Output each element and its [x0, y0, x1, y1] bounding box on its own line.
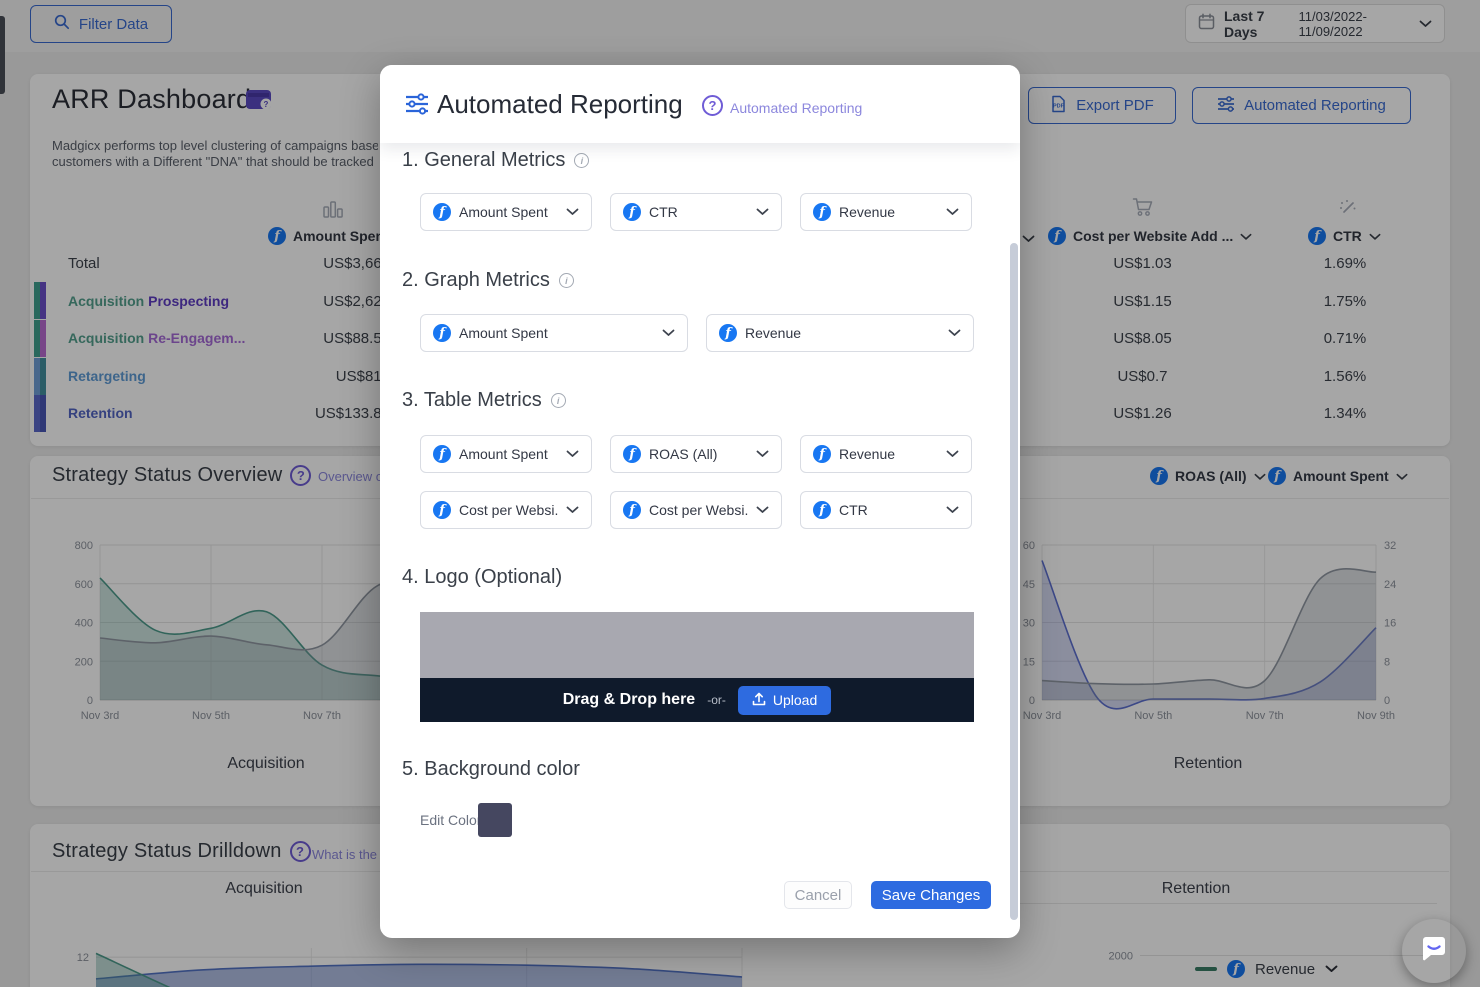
- facebook-icon: f: [813, 203, 831, 221]
- chevron-down-icon: [756, 203, 769, 221]
- chevron-down-icon: [566, 445, 579, 463]
- chevron-down-icon: [948, 324, 961, 342]
- logo-upload-dropzone[interactable]: Drag & Drop here -or- Upload: [420, 612, 974, 722]
- section-title-text: 5. Background color: [402, 758, 580, 780]
- modal-header: Automated Reporting ? Automated Reportin…: [380, 65, 1020, 143]
- facebook-icon: f: [433, 324, 451, 342]
- table-metric-dropdown-4[interactable]: f Cost per Websi...: [420, 491, 592, 529]
- section-logo: 4. Logo (Optional): [402, 566, 562, 589]
- sliders-icon: [405, 93, 429, 120]
- table-metric-dropdown-1[interactable]: f Amount Spent: [420, 435, 592, 473]
- edit-color-label: Edit Color:: [420, 812, 486, 828]
- section-title-text: 3. Table Metrics: [402, 389, 542, 411]
- dropdown-value: Revenue: [839, 204, 896, 220]
- dropdown-value: CTR: [839, 502, 868, 518]
- chevron-down-icon: [946, 203, 959, 221]
- upload-button[interactable]: Upload: [737, 685, 832, 715]
- dropdown-value: Revenue: [839, 446, 896, 462]
- dropdown-value: Revenue: [745, 325, 802, 341]
- dropdown-value: Amount Spent: [459, 325, 548, 341]
- upload-bar: Drag & Drop here -or- Upload: [420, 678, 974, 722]
- dropdown-value: Cost per Websi...: [649, 502, 748, 518]
- upload-button-label: Upload: [772, 692, 818, 708]
- or-text: -or-: [707, 693, 726, 707]
- section-title-text: 2. Graph Metrics: [402, 269, 550, 291]
- chat-icon: [1419, 934, 1449, 969]
- modal-scrollbar[interactable]: [1010, 243, 1018, 920]
- general-metric-dropdown-1[interactable]: f Amount Spent: [420, 193, 592, 231]
- background-color-swatch[interactable]: [478, 803, 512, 837]
- section-graph-metrics: 2. Graph Metrics i: [402, 269, 574, 292]
- chevron-down-icon: [662, 324, 675, 342]
- chat-launcher[interactable]: [1402, 919, 1466, 983]
- section-background-color: 5. Background color: [402, 758, 580, 781]
- logo-preview-area: [420, 612, 974, 678]
- facebook-icon: f: [623, 445, 641, 463]
- table-metric-dropdown-3[interactable]: f Revenue: [800, 435, 972, 473]
- help-icon[interactable]: ?: [702, 95, 723, 116]
- facebook-icon: f: [433, 445, 451, 463]
- upload-icon: [752, 692, 766, 709]
- graph-metric-dropdown-1[interactable]: f Amount Spent: [420, 314, 688, 352]
- drag-drop-text: Drag & Drop here: [562, 691, 696, 708]
- table-metric-dropdown-2[interactable]: f ROAS (All): [610, 435, 782, 473]
- info-icon[interactable]: i: [558, 273, 574, 288]
- chevron-down-icon: [756, 501, 769, 519]
- dropdown-value: Cost per Websi...: [459, 502, 558, 518]
- dropdown-value: ROAS (All): [649, 446, 718, 462]
- cancel-button[interactable]: Cancel: [784, 881, 852, 909]
- automated-reporting-modal: Automated Reporting ? Automated Reportin…: [380, 65, 1020, 938]
- graph-metric-dropdown-2[interactable]: f Revenue: [706, 314, 974, 352]
- dropdown-value: Amount Spent: [459, 446, 548, 462]
- save-changes-button[interactable]: Save Changes: [871, 881, 991, 909]
- chevron-down-icon: [946, 445, 959, 463]
- modal-help-link[interactable]: Automated Reporting: [730, 100, 862, 116]
- section-table-metrics: 3. Table Metrics i: [402, 389, 566, 412]
- dropdown-value: CTR: [649, 204, 678, 220]
- info-icon[interactable]: i: [574, 153, 590, 168]
- dropdown-value: Amount Spent: [459, 204, 548, 220]
- section-title-text: 1. General Metrics: [402, 149, 566, 171]
- table-metric-dropdown-5[interactable]: f Cost per Websi...: [610, 491, 782, 529]
- table-metric-dropdown-6[interactable]: f CTR: [800, 491, 972, 529]
- facebook-icon: f: [433, 501, 451, 519]
- app-root: Filter Data Last 7 Days 11/03/2022-11/09…: [0, 0, 1480, 987]
- general-metric-dropdown-3[interactable]: f Revenue: [800, 193, 972, 231]
- info-icon[interactable]: i: [550, 393, 566, 408]
- facebook-icon: f: [813, 501, 831, 519]
- chevron-down-icon: [756, 445, 769, 463]
- chevron-down-icon: [566, 501, 579, 519]
- modal-title: Automated Reporting: [437, 89, 683, 119]
- chevron-down-icon: [566, 203, 579, 221]
- facebook-icon: f: [719, 324, 737, 342]
- facebook-icon: f: [623, 501, 641, 519]
- section-general-metrics: 1. General Metrics i: [402, 149, 590, 172]
- facebook-icon: f: [813, 445, 831, 463]
- facebook-icon: f: [433, 203, 451, 221]
- facebook-icon: f: [623, 203, 641, 221]
- chevron-down-icon: [946, 501, 959, 519]
- general-metric-dropdown-2[interactable]: f CTR: [610, 193, 782, 231]
- section-title-text: 4. Logo (Optional): [402, 566, 563, 588]
